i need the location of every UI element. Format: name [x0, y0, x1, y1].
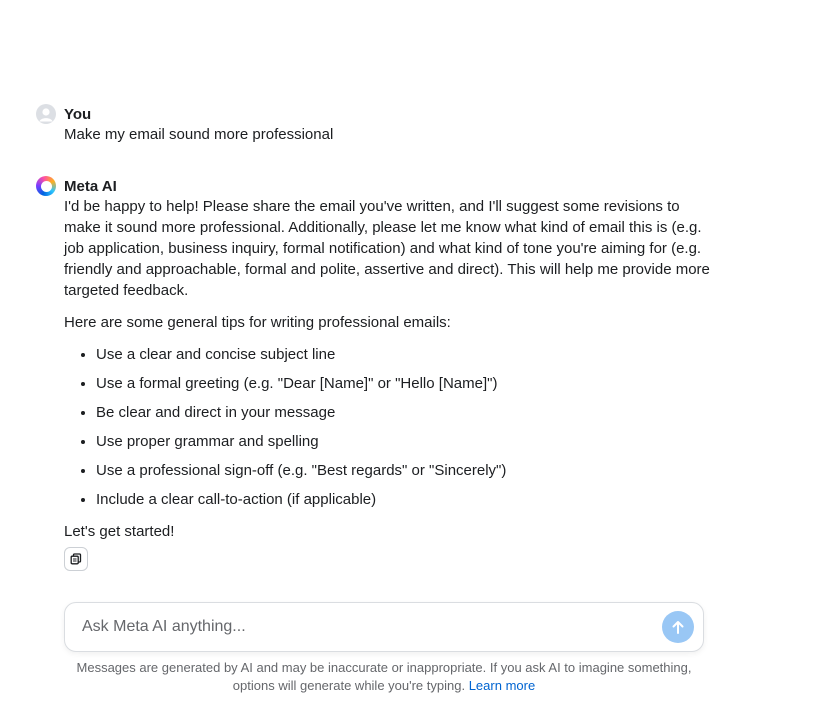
- bot-message: Meta AI I'd be happy to help! Please sha…: [36, 176, 716, 571]
- tips-list: Use a clear and concise subject line Use…: [64, 344, 716, 510]
- chat-page: You Make my email sound more professiona…: [0, 0, 839, 704]
- bot-closing-text: Let's get started!: [64, 523, 175, 540]
- arrow-up-icon: [672, 621, 684, 634]
- user-message: You Make my email sound more professiona…: [36, 104, 716, 145]
- list-item: Be clear and direct in your message: [96, 402, 716, 423]
- bot-tips-lead: Here are some general tips for writing p…: [64, 314, 451, 331]
- list-item: Include a clear call-to-action (if appli…: [96, 489, 716, 510]
- person-avatar-icon: [36, 104, 56, 124]
- user-message-body: Make my email sound more professional: [64, 124, 716, 145]
- meta-ai-ring-icon: [36, 176, 56, 196]
- disclaimer: Messages are generated by AI and may be …: [64, 659, 704, 695]
- copy-icon: [70, 553, 82, 565]
- list-item: Use a clear and concise subject line: [96, 344, 716, 365]
- list-item: Use proper grammar and spelling: [96, 431, 716, 452]
- bot-message-header: Meta AI: [36, 176, 716, 196]
- message-input[interactable]: [65, 603, 662, 651]
- bot-author-name: Meta AI: [64, 177, 117, 195]
- list-item: Use a professional sign-off (e.g. "Best …: [96, 460, 716, 481]
- copy-button[interactable]: [64, 547, 88, 571]
- user-message-header: You: [36, 104, 716, 124]
- bot-message-body: I'd be happy to help! Please share the e…: [64, 196, 716, 571]
- send-button[interactable]: [662, 611, 694, 643]
- list-item: Use a formal greeting (e.g. "Dear [Name]…: [96, 373, 716, 394]
- bot-intro-text: I'd be happy to help! Please share the e…: [64, 198, 710, 299]
- learn-more-link[interactable]: Learn more: [469, 678, 535, 693]
- user-author-name: You: [64, 105, 92, 123]
- composer: [64, 602, 704, 652]
- user-message-text: Make my email sound more professional: [64, 126, 334, 143]
- disclaimer-text: Messages are generated by AI and may be …: [76, 660, 692, 693]
